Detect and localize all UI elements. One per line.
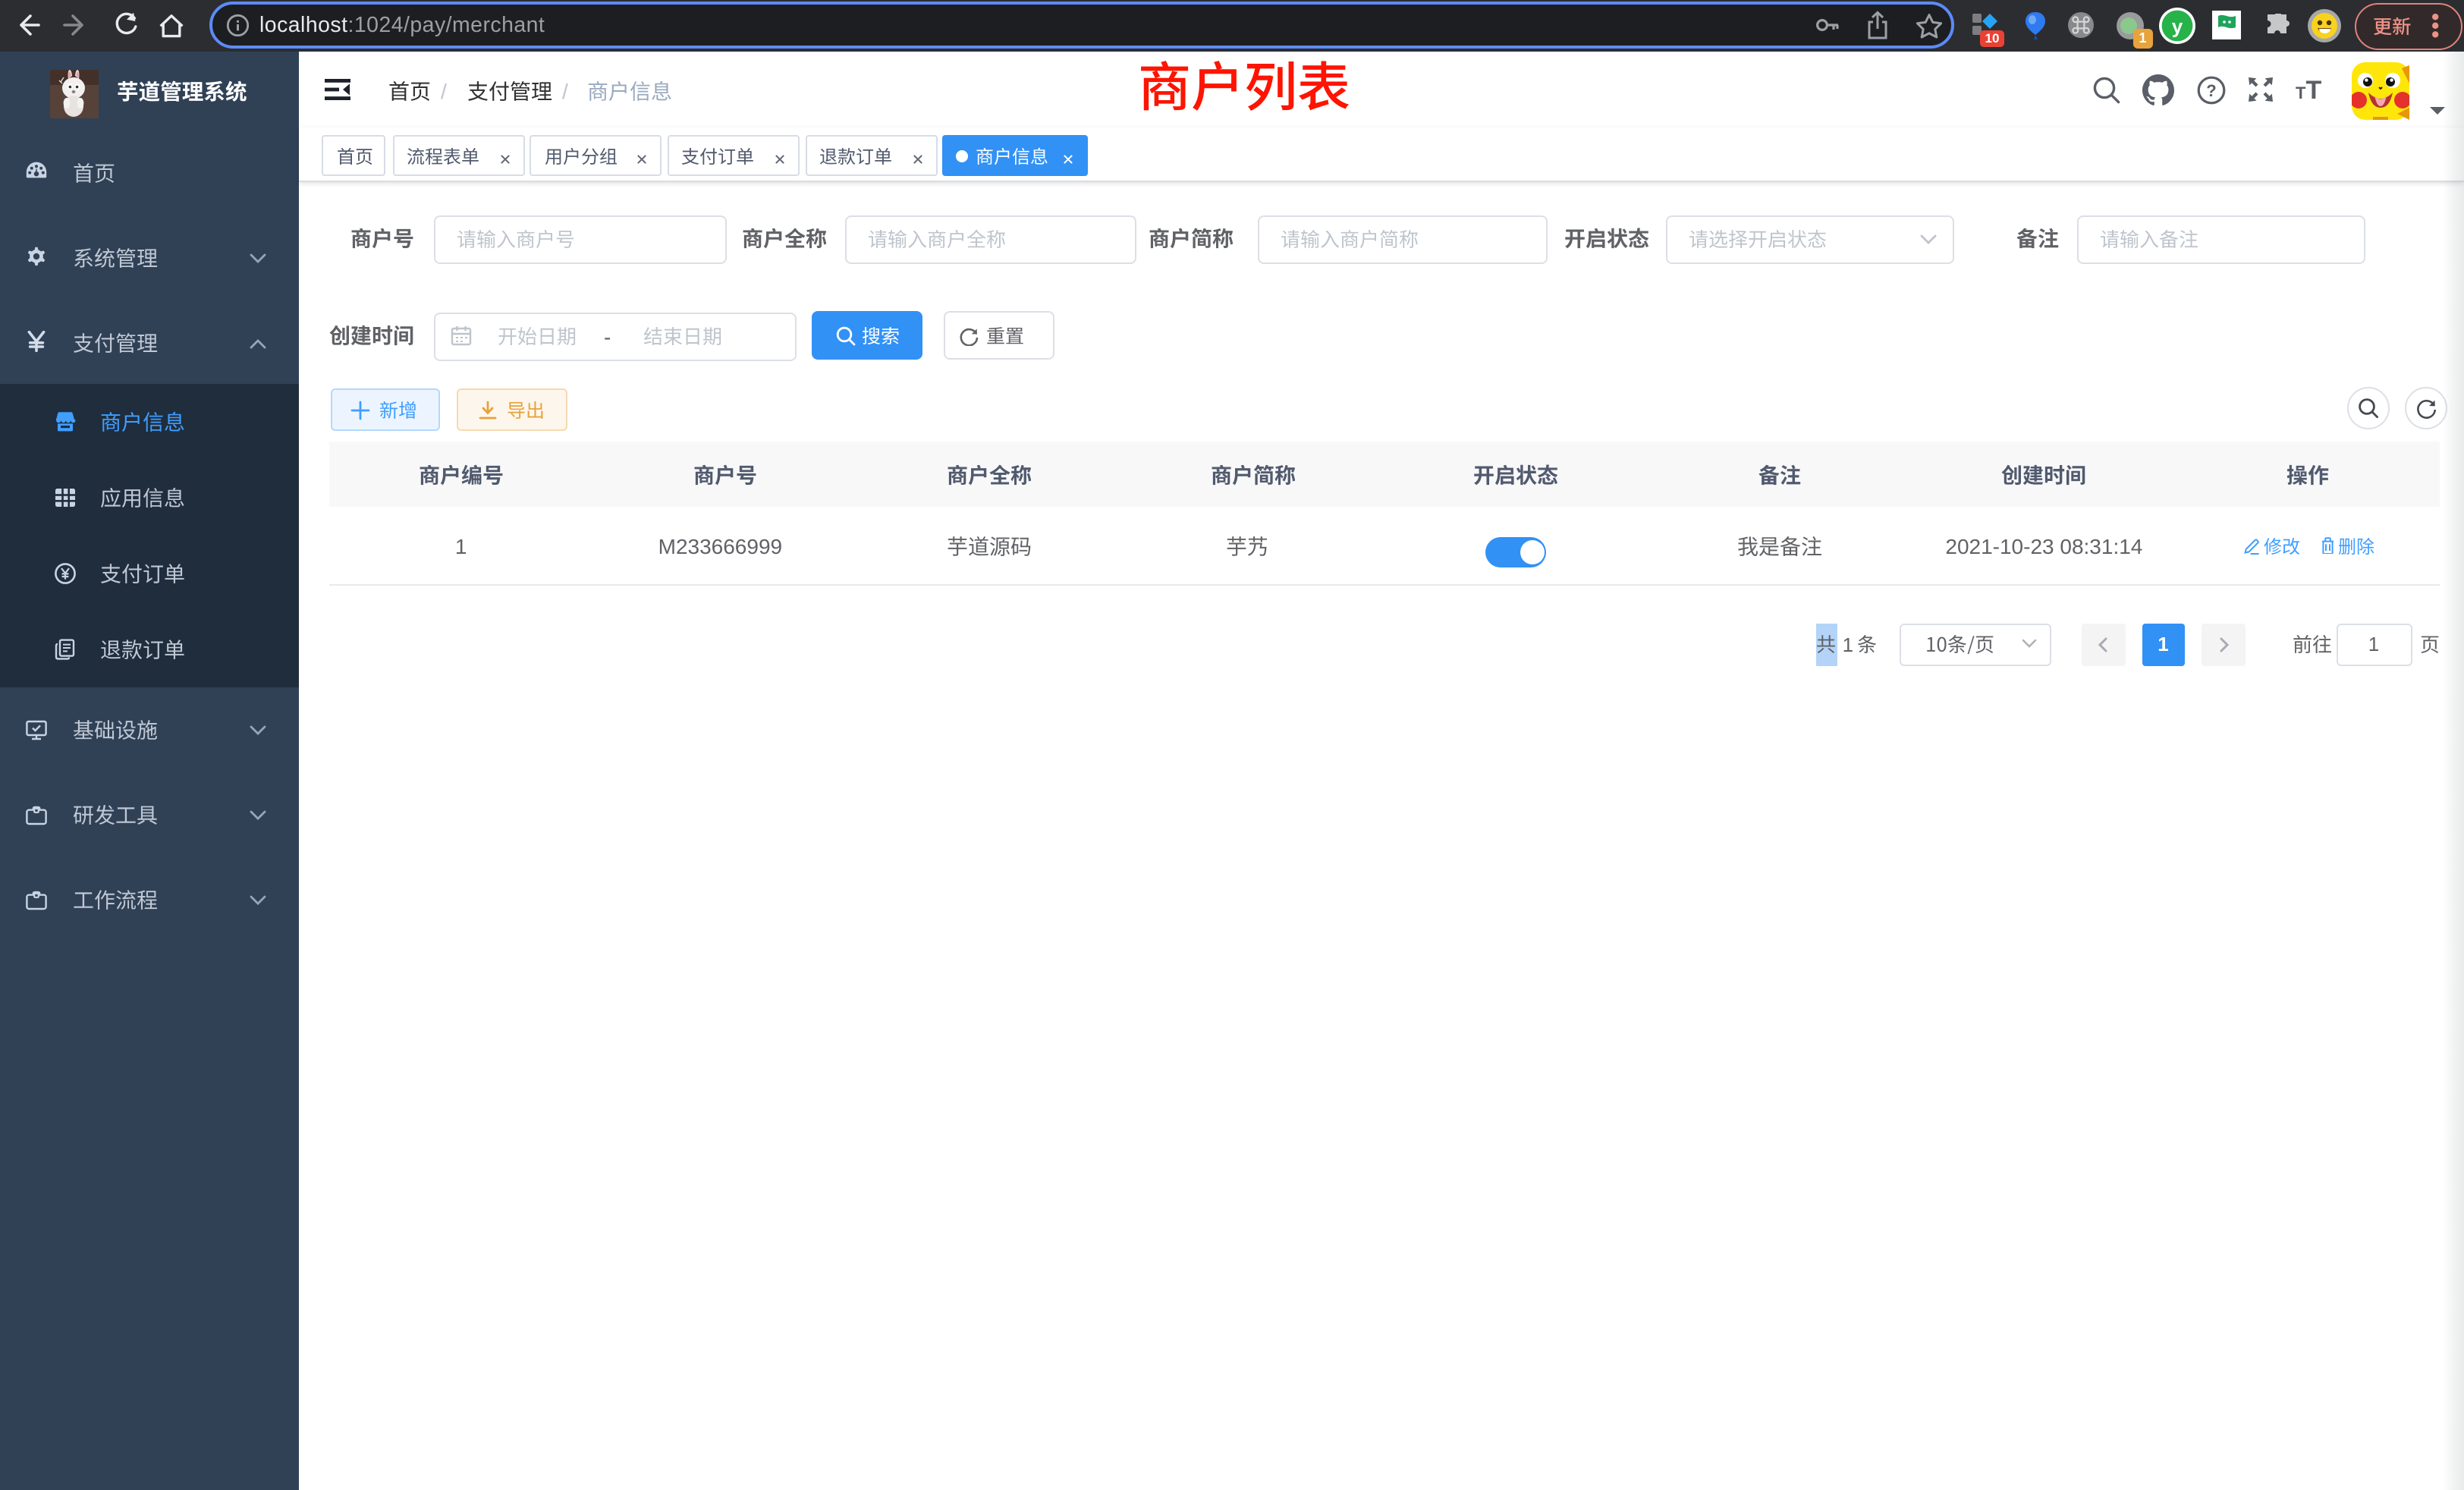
svg-text:?: ? bbox=[2206, 81, 2216, 100]
svg-text:y: y bbox=[2172, 15, 2183, 38]
